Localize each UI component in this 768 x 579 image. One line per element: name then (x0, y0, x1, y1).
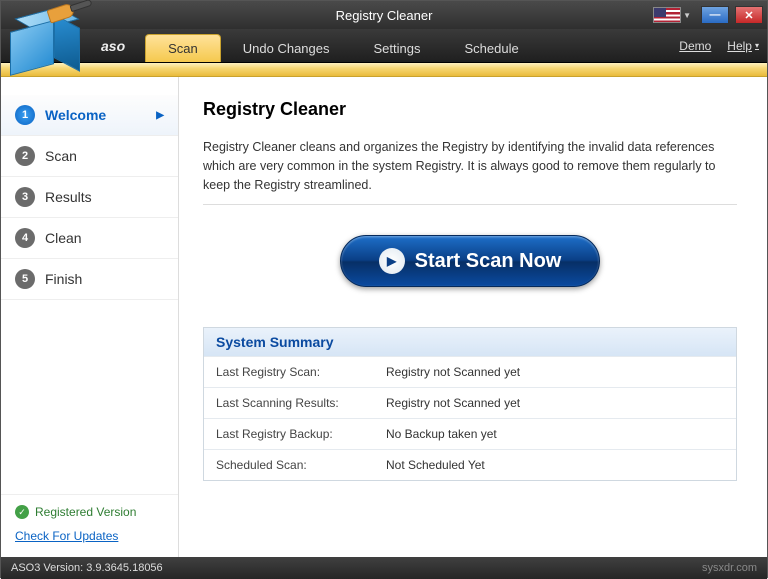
step-label: Welcome (45, 107, 106, 123)
summary-key: Last Registry Scan: (216, 365, 386, 379)
step-welcome[interactable]: 1 Welcome ▶ (1, 95, 178, 136)
step-scan[interactable]: 2 Scan (1, 136, 178, 177)
accent-bar (1, 63, 767, 77)
summary-value: No Backup taken yet (386, 427, 497, 441)
summary-key: Last Scanning Results: (216, 396, 386, 410)
step-label: Clean (45, 230, 82, 246)
step-results[interactable]: 3 Results (1, 177, 178, 218)
start-scan-button[interactable]: ▶ Start Scan Now (340, 235, 600, 287)
sidebar: 1 Welcome ▶ 2 Scan 3 Results 4 Clean 5 F… (1, 77, 179, 557)
main-panel: Registry Cleaner Registry Cleaner cleans… (179, 77, 767, 557)
help-menu[interactable]: Help (727, 39, 759, 53)
version-label: ASO3 Version: 3.9.3645.18056 (11, 562, 163, 574)
summary-key: Scheduled Scan: (216, 458, 386, 472)
divider (203, 204, 737, 205)
step-label: Finish (45, 271, 82, 287)
tab-undo-changes[interactable]: Undo Changes (221, 34, 352, 62)
play-icon: ▶ (379, 248, 405, 274)
title-bar: Registry Cleaner ▼ — ✕ (1, 1, 767, 29)
demo-link[interactable]: Demo (679, 39, 711, 53)
tab-settings[interactable]: Settings (352, 34, 443, 62)
start-scan-label: Start Scan Now (415, 250, 562, 273)
system-summary-title: System Summary (204, 328, 736, 356)
language-dropdown[interactable]: ▼ (649, 7, 695, 23)
minimize-button[interactable]: — (701, 6, 729, 24)
summary-row: Last Scanning Results: Registry not Scan… (204, 387, 736, 418)
status-bar: ASO3 Version: 3.9.3645.18056 sysxdr.com (1, 557, 767, 579)
step-number-icon: 2 (15, 146, 35, 166)
flag-us-icon (653, 7, 681, 23)
step-label: Scan (45, 148, 77, 164)
tab-scan[interactable]: Scan (145, 34, 221, 62)
chevron-right-icon: ▶ (156, 110, 164, 121)
summary-row: Scheduled Scan: Not Scheduled Yet (204, 449, 736, 480)
system-summary-panel: System Summary Last Registry Scan: Regis… (203, 327, 737, 481)
menu-bar: aso Scan Undo Changes Settings Schedule … (1, 29, 767, 63)
chevron-down-icon: ▼ (683, 11, 691, 20)
check-for-updates-link[interactable]: Check For Updates (15, 529, 164, 543)
summary-value: Registry not Scanned yet (386, 365, 520, 379)
registered-version-label: ✓ Registered Version (15, 505, 164, 519)
summary-value: Not Scheduled Yet (386, 458, 485, 472)
step-finish[interactable]: 5 Finish (1, 259, 178, 300)
page-title: Registry Cleaner (203, 99, 737, 120)
summary-row: Last Registry Backup: No Backup taken ye… (204, 418, 736, 449)
window-title: Registry Cleaner (336, 8, 433, 23)
tab-schedule[interactable]: Schedule (442, 34, 540, 62)
checkmark-icon: ✓ (15, 505, 29, 519)
app-logo-icon (6, 6, 94, 74)
page-description: Registry Cleaner cleans and organizes th… (203, 138, 737, 194)
step-label: Results (45, 189, 92, 205)
step-number-icon: 1 (15, 105, 35, 125)
watermark-label: sysxdr.com (702, 562, 757, 574)
step-number-icon: 3 (15, 187, 35, 207)
step-number-icon: 4 (15, 228, 35, 248)
step-clean[interactable]: 4 Clean (1, 218, 178, 259)
step-number-icon: 5 (15, 269, 35, 289)
brand-label: aso (101, 38, 125, 54)
summary-key: Last Registry Backup: (216, 427, 386, 441)
summary-value: Registry not Scanned yet (386, 396, 520, 410)
summary-row: Last Registry Scan: Registry not Scanned… (204, 356, 736, 387)
close-button[interactable]: ✕ (735, 6, 763, 24)
